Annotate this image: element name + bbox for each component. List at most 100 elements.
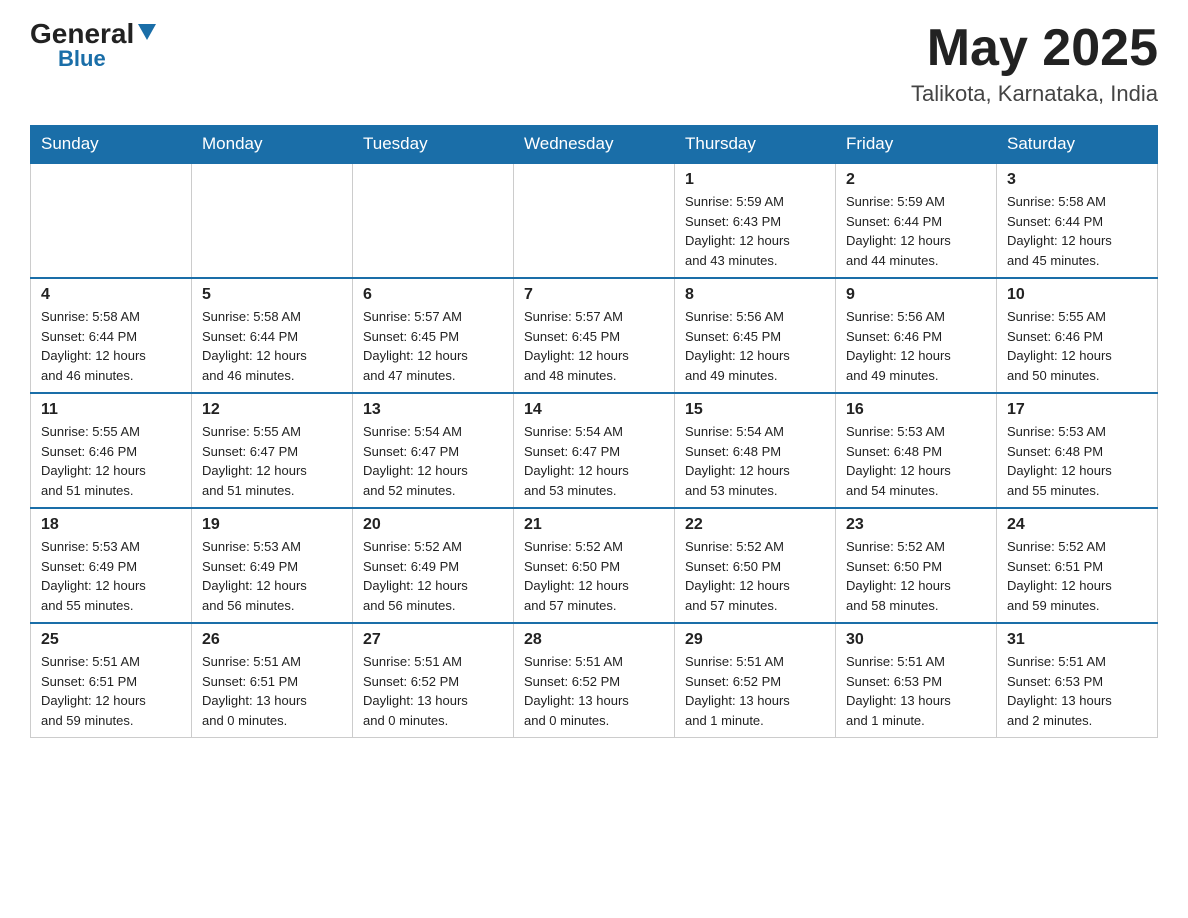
day-info: Sunrise: 5:56 AM Sunset: 6:45 PM Dayligh…	[685, 307, 825, 385]
day-info: Sunrise: 5:52 AM Sunset: 6:51 PM Dayligh…	[1007, 537, 1147, 615]
logo-triangle-icon	[138, 24, 156, 40]
day-of-week-header: Saturday	[997, 126, 1158, 164]
calendar-cell	[31, 163, 192, 278]
calendar-cell: 18Sunrise: 5:53 AM Sunset: 6:49 PM Dayli…	[31, 508, 192, 623]
day-info: Sunrise: 5:58 AM Sunset: 6:44 PM Dayligh…	[1007, 192, 1147, 270]
day-number: 31	[1007, 631, 1147, 649]
day-info: Sunrise: 5:51 AM Sunset: 6:51 PM Dayligh…	[41, 652, 181, 730]
day-of-week-header: Sunday	[31, 126, 192, 164]
day-info: Sunrise: 5:51 AM Sunset: 6:51 PM Dayligh…	[202, 652, 342, 730]
day-info: Sunrise: 5:54 AM Sunset: 6:48 PM Dayligh…	[685, 422, 825, 500]
day-info: Sunrise: 5:54 AM Sunset: 6:47 PM Dayligh…	[363, 422, 503, 500]
day-number: 9	[846, 286, 986, 304]
calendar-cell: 30 Sunrise: 5:51 AM Sunset: 6:53 PM Dayli…	[836, 623, 997, 738]
logo: General Blue	[30, 20, 156, 70]
day-of-week-header: Friday	[836, 126, 997, 164]
calendar-cell	[192, 163, 353, 278]
calendar-table: SundayMondayTuesdayWednesdayThursdayFrid…	[30, 125, 1158, 738]
day-info: Sunrise: 5:51 AM Sunset: 6:52 PM Dayligh…	[363, 652, 503, 730]
calendar-cell: 7Sunrise: 5:57 AM Sunset: 6:45 PM Daylig…	[514, 278, 675, 393]
day-info: Sunrise: 5:52 AM Sunset: 6:50 PM Dayligh…	[524, 537, 664, 615]
calendar-cell: 29Sunrise: 5:51 AM Sunset: 6:52 PM Dayli…	[675, 623, 836, 738]
day-info: Sunrise: 5:55 AM Sunset: 6:46 PM Dayligh…	[41, 422, 181, 500]
day-number: 24	[1007, 516, 1147, 534]
month-year-title: May 2025	[911, 20, 1158, 77]
calendar-week-row: 1Sunrise: 5:59 AM Sunset: 6:43 PM Daylig…	[31, 163, 1158, 278]
day-number: 30	[846, 631, 986, 649]
calendar-cell: 1Sunrise: 5:59 AM Sunset: 6:43 PM Daylig…	[675, 163, 836, 278]
calendar-week-row: 4 Sunrise: 5:58 AM Sunset: 6:44 PM Daylig…	[31, 278, 1158, 393]
day-info: Sunrise: 5:56 AM Sunset: 6:46 PM Dayligh…	[846, 307, 986, 385]
calendar-cell: 28 Sunrise: 5:51 AM Sunset: 6:52 PM Dayli…	[514, 623, 675, 738]
day-number: 12	[202, 401, 342, 419]
day-number: 25	[41, 631, 181, 649]
title-area: May 2025 Talikota, Karnataka, India	[911, 20, 1158, 107]
calendar-cell: 27 Sunrise: 5:51 AM Sunset: 6:52 PM Dayli…	[353, 623, 514, 738]
day-info: Sunrise: 5:53 AM Sunset: 6:48 PM Dayligh…	[1007, 422, 1147, 500]
location-subtitle: Talikota, Karnataka, India	[911, 81, 1158, 107]
day-number: 4	[41, 286, 181, 304]
day-info: Sunrise: 5:59 AM Sunset: 6:44 PM Dayligh…	[846, 192, 986, 270]
calendar-cell: 11 Sunrise: 5:55 AM Sunset: 6:46 PM Dayli…	[31, 393, 192, 508]
calendar-cell: 5 Sunrise: 5:58 AM Sunset: 6:44 PM Daylig…	[192, 278, 353, 393]
day-info: Sunrise: 5:59 AM Sunset: 6:43 PM Dayligh…	[685, 192, 825, 270]
day-info: Sunrise: 5:51 AM Sunset: 6:52 PM Dayligh…	[524, 652, 664, 730]
day-number: 6	[363, 286, 503, 304]
calendar-cell: 6 Sunrise: 5:57 AM Sunset: 6:45 PM Daylig…	[353, 278, 514, 393]
day-info: Sunrise: 5:53 AM Sunset: 6:48 PM Dayligh…	[846, 422, 986, 500]
day-info: Sunrise: 5:58 AM Sunset: 6:44 PM Dayligh…	[41, 307, 181, 385]
day-number: 19	[202, 516, 342, 534]
calendar-cell: 19 Sunrise: 5:53 AM Sunset: 6:49 PM Dayli…	[192, 508, 353, 623]
logo-blue-text: Blue	[58, 48, 106, 70]
day-number: 11	[41, 401, 181, 419]
calendar-week-row: 25 Sunrise: 5:51 AM Sunset: 6:51 PM Dayli…	[31, 623, 1158, 738]
day-number: 13	[363, 401, 503, 419]
calendar-cell: 26Sunrise: 5:51 AM Sunset: 6:51 PM Dayli…	[192, 623, 353, 738]
calendar-cell: 16 Sunrise: 5:53 AM Sunset: 6:48 PM Dayli…	[836, 393, 997, 508]
day-number: 16	[846, 401, 986, 419]
day-info: Sunrise: 5:55 AM Sunset: 6:46 PM Dayligh…	[1007, 307, 1147, 385]
day-info: Sunrise: 5:53 AM Sunset: 6:49 PM Dayligh…	[41, 537, 181, 615]
calendar-cell: 3 Sunrise: 5:58 AM Sunset: 6:44 PM Daylig…	[997, 163, 1158, 278]
day-info: Sunrise: 5:54 AM Sunset: 6:47 PM Dayligh…	[524, 422, 664, 500]
calendar-header-row: SundayMondayTuesdayWednesdayThursdayFrid…	[31, 126, 1158, 164]
calendar-cell: 21 Sunrise: 5:52 AM Sunset: 6:50 PM Dayli…	[514, 508, 675, 623]
day-of-week-header: Wednesday	[514, 126, 675, 164]
day-info: Sunrise: 5:57 AM Sunset: 6:45 PM Dayligh…	[524, 307, 664, 385]
day-info: Sunrise: 5:57 AM Sunset: 6:45 PM Dayligh…	[363, 307, 503, 385]
day-info: Sunrise: 5:55 AM Sunset: 6:47 PM Dayligh…	[202, 422, 342, 500]
calendar-cell: 15 Sunrise: 5:54 AM Sunset: 6:48 PM Dayli…	[675, 393, 836, 508]
calendar-cell: 24 Sunrise: 5:52 AM Sunset: 6:51 PM Dayli…	[997, 508, 1158, 623]
day-number: 20	[363, 516, 503, 534]
day-of-week-header: Monday	[192, 126, 353, 164]
day-number: 28	[524, 631, 664, 649]
day-number: 14	[524, 401, 664, 419]
day-number: 15	[685, 401, 825, 419]
day-number: 22	[685, 516, 825, 534]
calendar-cell: 22 Sunrise: 5:52 AM Sunset: 6:50 PM Dayli…	[675, 508, 836, 623]
calendar-cell: 23Sunrise: 5:52 AM Sunset: 6:50 PM Dayli…	[836, 508, 997, 623]
day-info: Sunrise: 5:53 AM Sunset: 6:49 PM Dayligh…	[202, 537, 342, 615]
day-number: 8	[685, 286, 825, 304]
day-number: 2	[846, 171, 986, 189]
day-number: 3	[1007, 171, 1147, 189]
calendar-cell: 25 Sunrise: 5:51 AM Sunset: 6:51 PM Dayli…	[31, 623, 192, 738]
day-info: Sunrise: 5:51 AM Sunset: 6:53 PM Dayligh…	[846, 652, 986, 730]
calendar-cell	[353, 163, 514, 278]
day-number: 5	[202, 286, 342, 304]
day-info: Sunrise: 5:51 AM Sunset: 6:52 PM Dayligh…	[685, 652, 825, 730]
day-number: 23	[846, 516, 986, 534]
day-of-week-header: Tuesday	[353, 126, 514, 164]
day-info: Sunrise: 5:58 AM Sunset: 6:44 PM Dayligh…	[202, 307, 342, 385]
calendar-cell: 12 Sunrise: 5:55 AM Sunset: 6:47 PM Dayli…	[192, 393, 353, 508]
calendar-cell: 4 Sunrise: 5:58 AM Sunset: 6:44 PM Daylig…	[31, 278, 192, 393]
calendar-cell: 2 Sunrise: 5:59 AM Sunset: 6:44 PM Daylig…	[836, 163, 997, 278]
day-info: Sunrise: 5:52 AM Sunset: 6:49 PM Dayligh…	[363, 537, 503, 615]
day-number: 27	[363, 631, 503, 649]
day-number: 21	[524, 516, 664, 534]
calendar-week-row: 18Sunrise: 5:53 AM Sunset: 6:49 PM Dayli…	[31, 508, 1158, 623]
day-info: Sunrise: 5:52 AM Sunset: 6:50 PM Dayligh…	[685, 537, 825, 615]
calendar-cell	[514, 163, 675, 278]
calendar-cell: 31 Sunrise: 5:51 AM Sunset: 6:53 PM Dayli…	[997, 623, 1158, 738]
day-info: Sunrise: 5:51 AM Sunset: 6:53 PM Dayligh…	[1007, 652, 1147, 730]
